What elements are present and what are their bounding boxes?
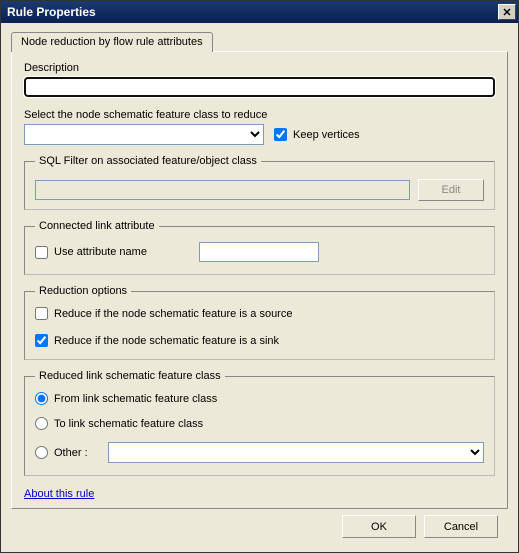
to-link-radio[interactable] <box>35 417 48 430</box>
ok-button[interactable]: OK <box>342 515 416 538</box>
connected-link-group: Connected link attribute Use attribute n… <box>24 220 495 275</box>
feature-class-label: Select the node schematic feature class … <box>24 109 495 121</box>
keep-vertices-label: Keep vertices <box>293 129 360 141</box>
keep-vertices-checkbox[interactable] <box>274 128 287 141</box>
close-icon: ✕ <box>502 6 511 19</box>
content-area: Node reduction by flow rule attributes D… <box>1 23 518 546</box>
reduce-sink-label: Reduce if the node schematic feature is … <box>54 335 279 347</box>
use-attribute-checkbox[interactable] <box>35 246 48 259</box>
attribute-name-input[interactable] <box>199 242 319 262</box>
description-input[interactable] <box>24 77 495 97</box>
from-link-label: From link schematic feature class <box>54 393 217 405</box>
other-link-select[interactable] <box>108 442 484 463</box>
feature-class-select[interactable] <box>24 124 264 145</box>
other-link-label: Other : <box>54 447 88 459</box>
use-attribute-label: Use attribute name <box>54 246 147 258</box>
tab-panel: Description Select the node schematic fe… <box>11 51 508 509</box>
sql-edit-button: Edit <box>418 179 484 201</box>
reduction-options-legend: Reduction options <box>35 285 131 297</box>
reduce-sink-checkbox[interactable] <box>35 334 48 347</box>
sql-filter-input <box>35 180 410 200</box>
description-label: Description <box>24 62 495 74</box>
title-bar: Rule Properties ✕ <box>1 1 518 23</box>
reduction-options-group: Reduction options Reduce if the node sch… <box>24 285 495 360</box>
tab-strip: Node reduction by flow rule attributes <box>11 31 508 51</box>
reduced-link-legend: Reduced link schematic feature class <box>35 370 225 382</box>
sql-filter-group: SQL Filter on associated feature/object … <box>24 155 495 210</box>
reduced-link-group: Reduced link schematic feature class Fro… <box>24 370 495 476</box>
window-title: Rule Properties <box>7 5 96 19</box>
cancel-button[interactable]: Cancel <box>424 515 498 538</box>
reduce-source-label: Reduce if the node schematic feature is … <box>54 308 292 320</box>
connected-link-legend: Connected link attribute <box>35 220 159 232</box>
reduce-source-checkbox[interactable] <box>35 307 48 320</box>
to-link-label: To link schematic feature class <box>54 418 203 430</box>
from-link-radio[interactable] <box>35 392 48 405</box>
sql-filter-legend: SQL Filter on associated feature/object … <box>35 155 261 167</box>
tab-node-reduction[interactable]: Node reduction by flow rule attributes <box>11 32 213 52</box>
close-button[interactable]: ✕ <box>498 4 516 20</box>
dialog-buttons: OK Cancel <box>11 509 508 538</box>
about-rule-link[interactable]: About this rule <box>24 488 94 500</box>
other-link-radio[interactable] <box>35 446 48 459</box>
tab-label: Node reduction by flow rule attributes <box>21 36 203 48</box>
